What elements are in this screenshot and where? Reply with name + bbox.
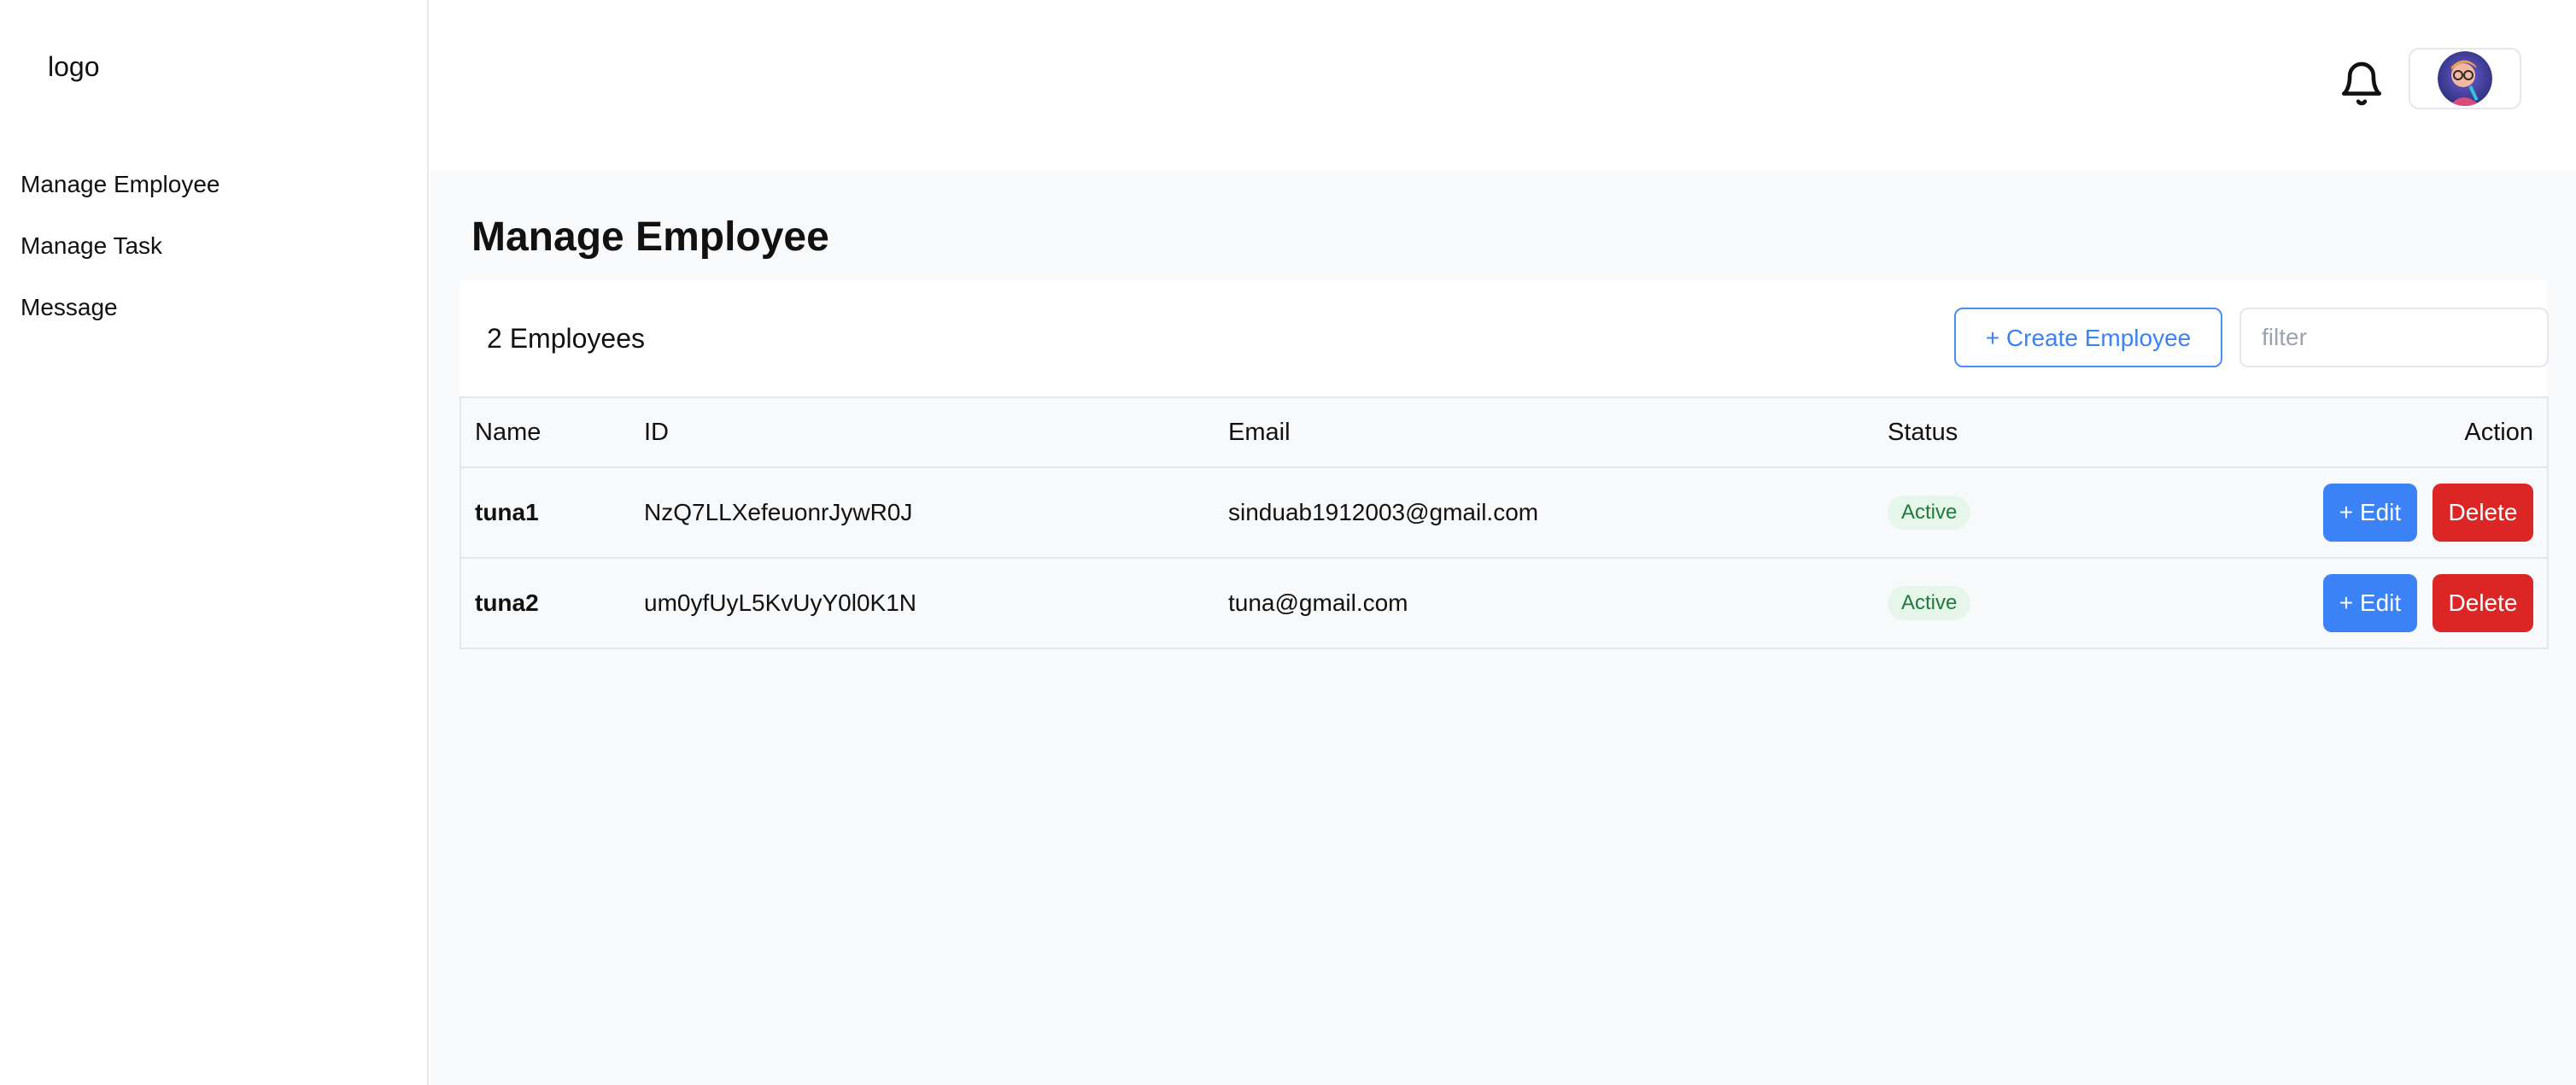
create-employee-button[interactable]: + Create Employee bbox=[1954, 308, 2222, 367]
delete-button[interactable]: Delete bbox=[2433, 574, 2533, 632]
table-header-row: Name ID Email Status Action bbox=[461, 398, 2547, 466]
employee-name: tuna1 bbox=[475, 499, 539, 525]
logo[interactable]: logo bbox=[48, 51, 100, 83]
status-badge: Active bbox=[1888, 496, 1971, 530]
employee-id: um0yfUyL5KvUyY0l0K1N bbox=[644, 589, 917, 616]
delete-button[interactable]: Delete bbox=[2433, 484, 2533, 542]
employee-table: Name ID Email Status Action tuna1 NzQ7LL… bbox=[460, 396, 2549, 649]
column-header-action: Action bbox=[2464, 418, 2533, 446]
page-title: Manage Employee bbox=[471, 214, 829, 260]
employee-email: sinduab1912003@gmail.com bbox=[1228, 499, 1539, 525]
sidebar-item-message[interactable]: Message bbox=[20, 285, 220, 347]
main-content: Manage Employee 2 Employees + Create Emp… bbox=[430, 171, 2576, 1085]
toolbar-card: 2 Employees + Create Employee bbox=[460, 280, 2549, 400]
table-row: tuna2 um0yfUyL5KvUyY0l0K1N tuna@gmail.co… bbox=[461, 557, 2547, 648]
sidebar-item-manage-task[interactable]: Manage Task bbox=[20, 224, 220, 285]
column-header-id: ID bbox=[644, 418, 669, 446]
top-bar bbox=[430, 0, 2576, 171]
column-header-email: Email bbox=[1228, 418, 1291, 446]
sidebar-nav: Manage Employee Manage Task Message bbox=[20, 162, 220, 347]
filter-input[interactable] bbox=[2239, 308, 2549, 367]
column-header-status: Status bbox=[1888, 418, 1958, 446]
status-badge: Active bbox=[1888, 586, 1971, 620]
avatar bbox=[2438, 51, 2492, 106]
employee-email: tuna@gmail.com bbox=[1228, 589, 1408, 616]
user-menu-button[interactable] bbox=[2409, 48, 2521, 109]
edit-button[interactable]: + Edit bbox=[2323, 574, 2417, 632]
table-row: tuna1 NzQ7LLXefeuonrJywR0J sinduab191200… bbox=[461, 466, 2547, 557]
employee-name: tuna2 bbox=[475, 589, 539, 616]
bell-icon[interactable] bbox=[2338, 58, 2386, 109]
sidebar-item-manage-employee[interactable]: Manage Employee bbox=[20, 162, 220, 224]
edit-button[interactable]: + Edit bbox=[2323, 484, 2417, 542]
employee-count: 2 Employees bbox=[487, 323, 645, 354]
employee-id: NzQ7LLXefeuonrJywR0J bbox=[644, 499, 913, 525]
column-header-name: Name bbox=[475, 418, 542, 446]
sidebar: logo Manage Employee Manage Task Message bbox=[0, 0, 429, 1085]
